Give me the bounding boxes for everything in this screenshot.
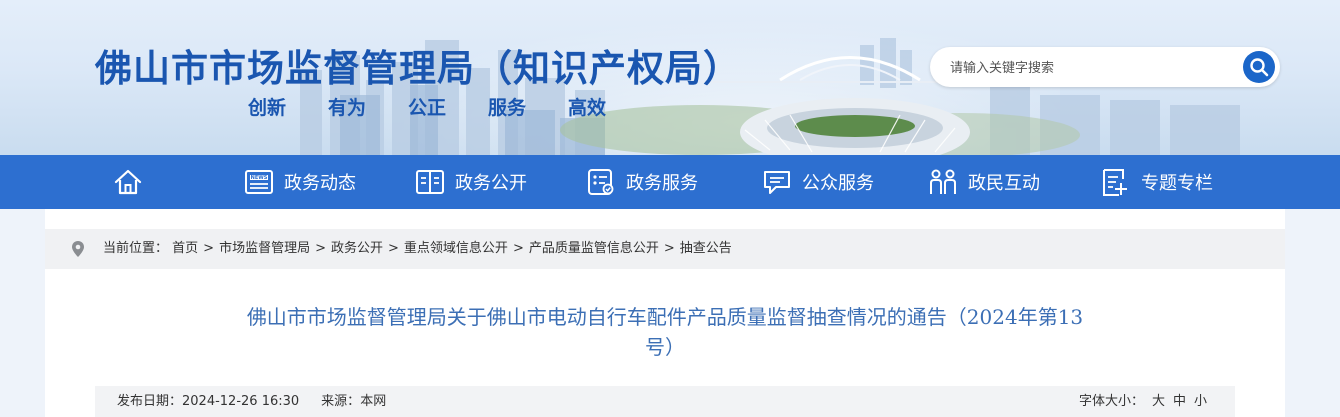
chat-bubble-icon [762,167,792,197]
source-label: 来源： [321,394,361,409]
slogan-word: 高效 [568,97,607,119]
search-input[interactable] [948,47,1232,89]
slogan-word: 服务 [488,97,527,119]
svg-text:NEWS: NEWS [251,175,268,181]
article-meta-info: 发布日期：2024-12-26 16:30 来源：本网 [117,386,386,417]
people-icon [928,167,958,197]
font-size-control: 字体大小： 大中小 [1079,386,1207,417]
nav-item-interaction[interactable]: 政民互动 [928,155,1040,209]
search-button[interactable] [1243,51,1275,83]
article-meta: 发布日期：2024-12-26 16:30 来源：本网 字体大小： 大中小 [95,386,1235,417]
breadcrumb-link-home[interactable]: 首页 [172,241,198,256]
nav-item-public-service[interactable]: 公众服务 [762,155,874,209]
nav-home[interactable] [112,168,144,196]
nav-item-gov-service[interactable]: 政务服务 [586,155,698,209]
search-box [930,47,1280,89]
breadcrumb-separator: > [512,241,524,256]
breadcrumb-prefix: 当前位置： [103,241,169,256]
breadcrumb-separator: > [203,241,215,256]
book-icon [415,167,445,197]
font-size-small-button[interactable]: 小 [1194,394,1207,409]
main-nav: NEWS 政务动态 政务公开 政务服务 公众服务 政民互动 专题专栏 [0,155,1340,209]
document-edit-icon [1101,167,1131,197]
site-title: 佛山市市场监督管理局（知识产权局） [95,47,741,90]
breadcrumb-separator: > [315,241,326,256]
site-header: 佛山市市场监督管理局（知识产权局） 创新 有为 公正 服务 高效 [0,0,1340,155]
service-list-icon [586,167,616,197]
breadcrumb-link-inspection[interactable]: 抽查公告 [680,241,732,256]
breadcrumb-separator: > [388,241,399,256]
slogan-word: 公正 [408,97,447,119]
nav-item-gov-open[interactable]: 政务公开 [415,155,527,209]
main-content: 当前位置： 首页 > 市场监督管理局 > 政务公开 > 重点领域信息公开 > 产品质量监管信息公… [45,209,1285,417]
article-title-line: 佛山市市场监督管理局关于佛山市电动自行车配件产品质量监督抽查情况的通告（2024… [246,305,1084,329]
slogan: 创新 有为 公正 服务 高效 [248,93,648,120]
article-title-line: 号） [645,335,685,359]
font-size-large-button[interactable]: 大 [1152,394,1165,409]
nav-item-label: 政民互动 [968,173,1040,194]
nav-item-label: 专题专栏 [1141,173,1213,194]
publish-date-label: 发布日期： [117,394,183,409]
breadcrumb-separator: > [663,241,675,256]
slogan-word: 有为 [328,97,367,119]
breadcrumb-trail: 当前位置： 首页 > 市场监督管理局 > 政务公开 > 重点领域信息公开 > 产品质量监管信息公… [103,229,732,269]
nav-item-label: 政务动态 [284,173,356,194]
breadcrumb-link-quality-info[interactable]: 产品质量监管信息公开 [529,241,659,256]
publish-date: 2024-12-26 16:30 [182,394,300,409]
source-value: 本网 [360,394,387,409]
font-size-medium-button[interactable]: 中 [1173,394,1186,409]
nav-item-label: 政务服务 [626,173,698,194]
search-icon [1250,58,1269,77]
breadcrumb: 当前位置： 首页 > 市场监督管理局 > 政务公开 > 重点领域信息公开 > 产品质量监管信息公… [45,229,1285,269]
breadcrumb-link-bureau[interactable]: 市场监督管理局 [219,241,310,256]
nav-item-special-column[interactable]: 专题专栏 [1101,155,1213,209]
nav-item-label: 政务公开 [455,173,527,194]
breadcrumb-link-key-areas[interactable]: 重点领域信息公开 [404,241,508,256]
location-pin-icon [72,241,84,257]
news-icon: NEWS [244,167,274,197]
font-size-label: 字体大小： [1078,394,1144,409]
slogan-word: 创新 [248,97,287,119]
breadcrumb-link-gov-open[interactable]: 政务公开 [331,241,383,256]
article-title: 佛山市市场监督管理局关于佛山市电动自行车配件产品质量监督抽查情况的通告（2024… [155,302,1175,362]
home-icon [114,169,142,195]
nav-item-label: 公众服务 [802,173,874,194]
nav-item-news[interactable]: NEWS 政务动态 [244,155,356,209]
